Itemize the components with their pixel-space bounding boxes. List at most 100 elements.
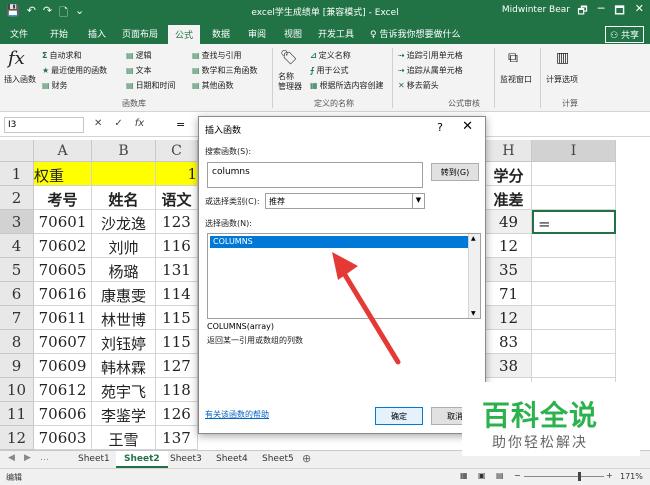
zoom-in-icon[interactable]: + xyxy=(606,471,613,480)
row-header[interactable]: 1 xyxy=(0,162,34,186)
grid-cell-h[interactable]: 学分 xyxy=(486,162,532,186)
search-input[interactable]: columns xyxy=(207,162,423,188)
recent-functions-button[interactable]: ★ 最近使用的函数 xyxy=(42,65,107,76)
formula-content[interactable]: = xyxy=(176,118,185,131)
row-header[interactable]: 4 xyxy=(0,234,34,258)
category-select[interactable]: 推荐 ▼ xyxy=(265,193,425,209)
tab-page-layout[interactable]: 页面布局 xyxy=(122,27,158,40)
col-header-a[interactable]: A xyxy=(34,140,92,162)
grid-cell-h[interactable]: 38 xyxy=(486,354,532,378)
col-header-h[interactable]: H xyxy=(486,140,532,162)
sheet-tab-active[interactable]: Sheet2 xyxy=(116,451,168,468)
create-from-selection-button[interactable]: ▦ 根据所选内容创建 xyxy=(310,80,384,91)
grid-cell-c[interactable]: 123 xyxy=(156,210,198,234)
grid-cell-h[interactable]: 35 xyxy=(486,258,532,282)
tab-view[interactable]: 视图 xyxy=(284,27,302,40)
tab-developer[interactable]: 开发工具 xyxy=(318,27,354,40)
grid-cell-h[interactable]: 83 xyxy=(486,330,532,354)
grid-cell-c[interactable]: 语文 xyxy=(156,186,198,210)
remove-arrows-button[interactable]: ✕ 移去箭头 xyxy=(398,80,439,91)
grid-cell-b[interactable]: 韩林霖 xyxy=(92,354,156,378)
more-functions-button[interactable]: ▤ 其他函数 xyxy=(192,80,234,91)
grid-cell-i[interactable] xyxy=(532,186,616,210)
row-header[interactable]: 2 xyxy=(0,186,34,210)
grid-cell-b[interactable] xyxy=(92,162,156,186)
page-layout-icon[interactable]: ▣ xyxy=(478,471,486,480)
grid-cell-a[interactable]: 70616 xyxy=(34,282,92,306)
grid-cell-b[interactable]: 沙龙逸 xyxy=(92,210,156,234)
col-header-i[interactable]: I xyxy=(532,140,616,162)
name-manager-icon[interactable]: 🏷 xyxy=(280,50,298,66)
tab-data[interactable]: 数据 xyxy=(212,27,230,40)
go-button[interactable]: 转到(G) xyxy=(431,163,479,181)
grid-cell-c[interactable]: 126 xyxy=(156,402,198,426)
tab-home[interactable]: 开始 xyxy=(50,27,68,40)
grid-cell-a[interactable]: 70605 xyxy=(34,258,92,282)
sheet-tab[interactable]: Sheet3 xyxy=(162,451,210,468)
grid-cell-i[interactable] xyxy=(532,354,616,378)
close-button[interactable]: ✕ xyxy=(635,2,644,21)
grid-cell-a[interactable]: 70607 xyxy=(34,330,92,354)
col-header-b[interactable]: B xyxy=(92,140,156,162)
chevron-down-icon[interactable]: ▼ xyxy=(412,194,424,208)
zoom-out-icon[interactable]: − xyxy=(514,471,521,480)
grid-cell-h[interactable]: 12 xyxy=(486,306,532,330)
grid-cell-b[interactable]: 李鉴学 xyxy=(92,402,156,426)
financial-button[interactable]: ▤ 财务 xyxy=(42,80,68,91)
grid-cell-i[interactable] xyxy=(532,306,616,330)
scroll-up-icon[interactable]: ▲ xyxy=(471,235,476,242)
zoom-slider[interactable] xyxy=(524,476,604,477)
enter-icon[interactable]: ✓ xyxy=(114,118,122,129)
watch-window-button[interactable]: 监视窗口 xyxy=(500,74,532,85)
help-icon[interactable]: ? xyxy=(437,121,443,134)
sheet-tab[interactable]: Sheet5 xyxy=(254,451,302,468)
grid-cell-c[interactable]: 118 xyxy=(156,378,198,402)
grid-cell-a[interactable]: 考号 xyxy=(34,186,92,210)
text-button[interactable]: ▤ 文本 xyxy=(126,65,152,76)
calc-options-button[interactable]: 计算选项 xyxy=(546,74,578,85)
name-manager-button[interactable]: 名称 管理器 xyxy=(278,72,302,92)
page-break-icon[interactable]: ▤ xyxy=(496,471,504,480)
grid-cell-a[interactable]: 70602 xyxy=(34,234,92,258)
grid-cell-a[interactable]: 70603 xyxy=(34,426,92,450)
grid-cell-i[interactable] xyxy=(532,282,616,306)
grid-cell-c[interactable]: 116 xyxy=(156,234,198,258)
fx-icon[interactable]: fx xyxy=(135,118,144,129)
row-header[interactable]: 7 xyxy=(0,306,34,330)
ok-button[interactable]: 确定 xyxy=(375,407,423,425)
row-header[interactable]: 9 xyxy=(0,354,34,378)
grid-cell-c[interactable]: 1 xyxy=(156,162,198,186)
function-list-scrollbar[interactable]: ▲ ▼ xyxy=(468,234,480,318)
grid-cell-h[interactable]: 12 xyxy=(486,234,532,258)
lookup-button[interactable]: ▤ 查找与引用 xyxy=(192,50,242,61)
grid-cell-b[interactable]: 林世博 xyxy=(92,306,156,330)
grid-cell-h[interactable]: 准差 xyxy=(486,186,532,210)
row-header[interactable]: 5 xyxy=(0,258,34,282)
autosum-button[interactable]: Σ 自动求和 xyxy=(42,50,81,61)
grid-cell-b[interactable]: 王雪 xyxy=(92,426,156,450)
tell-me-search[interactable]: ♀ 告诉我你想要做什么 xyxy=(370,27,460,40)
name-box[interactable]: I3 xyxy=(4,117,84,133)
maximize-button[interactable]: 🗖 xyxy=(614,2,624,21)
row-header[interactable]: 6 xyxy=(0,282,34,306)
grid-cell-i[interactable] xyxy=(532,330,616,354)
tab-file[interactable]: 文件 xyxy=(10,27,28,40)
grid-cell-a[interactable]: 70601 xyxy=(34,210,92,234)
scroll-down-icon[interactable]: ▼ xyxy=(471,310,476,317)
select-all-corner[interactable] xyxy=(0,140,34,162)
grid-cell-a[interactable]: 权重 xyxy=(34,162,92,186)
zoom-level[interactable]: 171% xyxy=(620,472,643,481)
grid-cell-i[interactable]: = xyxy=(532,210,616,234)
grid-cell-i[interactable] xyxy=(532,162,616,186)
help-link[interactable]: 有关该函数的帮助 xyxy=(205,409,269,420)
tab-insert[interactable]: 插入 xyxy=(88,27,106,40)
math-button[interactable]: ▤ 数学和三角函数 xyxy=(192,65,258,76)
col-header-c[interactable]: C xyxy=(156,140,198,162)
trace-precedents-button[interactable]: ⇢ 追踪引用单元格 xyxy=(398,50,463,61)
grid-cell-b[interactable]: 刘钰婷 xyxy=(92,330,156,354)
share-button[interactable]: ⚇ 共享 xyxy=(605,26,644,43)
calculator-icon[interactable]: ▥ xyxy=(556,50,569,66)
row-header[interactable]: 12 xyxy=(0,426,34,450)
grid-cell-c[interactable]: 115 xyxy=(156,330,198,354)
row-header[interactable]: 3 xyxy=(0,210,34,234)
